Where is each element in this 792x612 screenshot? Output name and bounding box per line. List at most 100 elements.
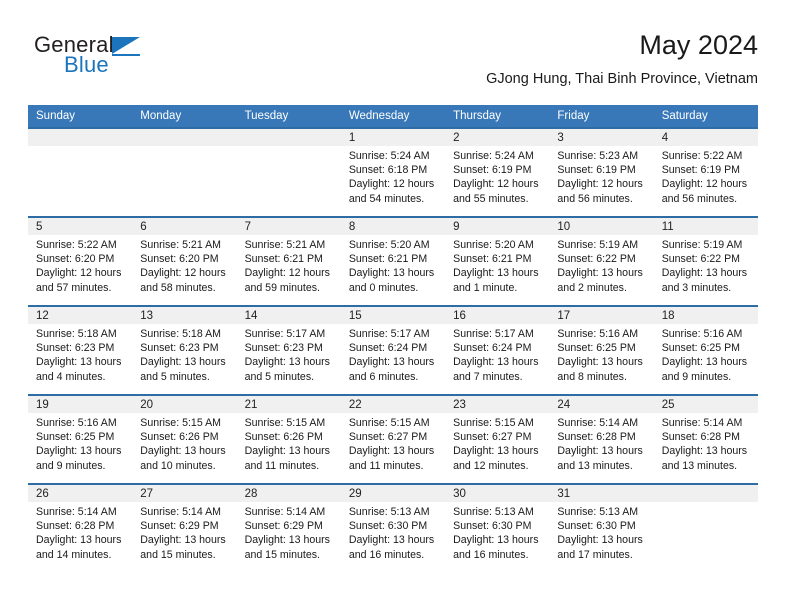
day-detail-line: Daylight: 13 hours bbox=[453, 445, 539, 458]
day-number: 3 bbox=[549, 129, 654, 146]
calendar-day-cell[interactable]: 25 Sunrise: 5:14 AM Sunset: 6:28 PM Dayligh… bbox=[653, 394, 758, 484]
calendar-day-cell[interactable]: 12 Sunrise: 5:18 AM Sunset: 6:23 PM Dayligh… bbox=[28, 305, 133, 395]
day-sun-details: Sunrise: 5:21 AM Sunset: 6:21 PM Daylight:… bbox=[237, 235, 341, 295]
calendar-day-cell[interactable]: 3 Sunrise: 5:23 AM Sunset: 6:19 PM Daylight… bbox=[549, 127, 654, 217]
day-sun-details: Sunrise: 5:21 AM Sunset: 6:20 PM Daylight:… bbox=[132, 235, 236, 295]
day-cell-inner: 21 Sunrise: 5:15 AM Sunset: 6:26 PM Dayligh… bbox=[236, 396, 341, 483]
day-sun-details: Sunrise: 5:24 AM Sunset: 6:19 PM Daylight:… bbox=[445, 146, 549, 206]
calendar-day-cell[interactable]: 8 Sunrise: 5:20 AM Sunset: 6:21 PM Daylight… bbox=[340, 216, 446, 306]
calendar-day-cell[interactable]: 4 Sunrise: 5:22 AM Sunset: 6:19 PM Daylight… bbox=[653, 127, 758, 217]
day-number: 17 bbox=[549, 307, 654, 324]
day-detail-line: Sunset: 6:20 PM bbox=[36, 253, 115, 266]
calendar-day-cell[interactable]: 22 Sunrise: 5:15 AM Sunset: 6:27 PM Dayligh… bbox=[340, 394, 446, 484]
day-detail-line: Daylight: 12 hours bbox=[661, 178, 748, 191]
day-detail-line: Sunrise: 5:16 AM bbox=[36, 417, 117, 429]
calendar-week-row: 12 Sunrise: 5:18 AM Sunset: 6:23 PM Dayligh… bbox=[28, 305, 758, 395]
calendar-day-cell[interactable]: 6 Sunrise: 5:21 AM Sunset: 6:20 PM Daylight… bbox=[132, 216, 237, 306]
day-number: 12 bbox=[28, 307, 133, 324]
day-detail-line: Daylight: 13 hours bbox=[36, 356, 122, 369]
day-detail-line: Sunrise: 5:14 AM bbox=[36, 506, 117, 518]
day-cell-inner: 29 Sunrise: 5:13 AM Sunset: 6:30 PM Dayligh… bbox=[340, 485, 446, 573]
day-number: 18 bbox=[653, 307, 758, 324]
calendar-day-cell[interactable]: 7 Sunrise: 5:21 AM Sunset: 6:21 PM Daylight… bbox=[236, 216, 341, 306]
day-detail-line: Sunrise: 5:21 AM bbox=[140, 239, 221, 251]
weekday-header-wednesday: Wednesday bbox=[340, 105, 446, 128]
day-sun-details: Sunrise: 5:13 AM Sunset: 6:30 PM Daylight:… bbox=[445, 502, 549, 562]
day-sun-details: Sunrise: 5:22 AM Sunset: 6:19 PM Daylight:… bbox=[654, 146, 758, 206]
day-detail-line: Sunset: 6:21 PM bbox=[453, 253, 532, 266]
calendar-day-cell[interactable]: 28 Sunrise: 5:14 AM Sunset: 6:29 PM Dayligh… bbox=[236, 483, 341, 573]
day-number: 19 bbox=[28, 396, 133, 413]
calendar-day-cell[interactable]: 14 Sunrise: 5:17 AM Sunset: 6:23 PM Dayligh… bbox=[236, 305, 341, 395]
calendar-day-cell[interactable]: 24 Sunrise: 5:14 AM Sunset: 6:28 PM Dayligh… bbox=[549, 394, 654, 484]
day-cell-inner: 18 Sunrise: 5:16 AM Sunset: 6:25 PM Dayligh… bbox=[653, 307, 758, 394]
day-detail-line: Sunset: 6:29 PM bbox=[140, 520, 219, 533]
calendar-day-cell[interactable]: 27 Sunrise: 5:14 AM Sunset: 6:29 PM Dayligh… bbox=[132, 483, 237, 573]
calendar-day-cell[interactable]: 5 Sunrise: 5:22 AM Sunset: 6:20 PM Daylight… bbox=[28, 216, 133, 306]
day-detail-line: Sunrise: 5:17 AM bbox=[453, 328, 534, 340]
day-detail-line: Sunset: 6:23 PM bbox=[36, 342, 115, 355]
day-detail-line: Daylight: 13 hours bbox=[348, 534, 435, 547]
day-cell-inner: 11 Sunrise: 5:19 AM Sunset: 6:22 PM Dayligh… bbox=[653, 218, 758, 305]
day-detail-line: Sunrise: 5:14 AM bbox=[557, 417, 639, 429]
calendar-week-row: 5 Sunrise: 5:22 AM Sunset: 6:20 PM Daylight… bbox=[28, 216, 758, 306]
day-detail-line: Sunrise: 5:14 AM bbox=[661, 417, 743, 429]
day-detail-line: Sunrise: 5:23 AM bbox=[557, 150, 639, 162]
calendar-day-cell[interactable]: 11 Sunrise: 5:19 AM Sunset: 6:22 PM Dayligh… bbox=[653, 216, 758, 306]
day-number: 27 bbox=[132, 485, 237, 502]
calendar-day-cell[interactable]: 15 Sunrise: 5:17 AM Sunset: 6:24 PM Dayligh… bbox=[340, 305, 446, 395]
day-detail-line: Sunrise: 5:15 AM bbox=[244, 417, 326, 429]
day-detail-line: Sunset: 6:18 PM bbox=[348, 164, 428, 177]
day-sun-details: Sunrise: 5:23 AM Sunset: 6:19 PM Daylight:… bbox=[549, 146, 653, 206]
calendar-day-cell[interactable]: 23 Sunrise: 5:15 AM Sunset: 6:27 PM Dayligh… bbox=[445, 394, 550, 484]
logo-text-blue: Blue bbox=[64, 52, 109, 77]
day-detail-line: Sunset: 6:28 PM bbox=[661, 431, 741, 444]
day-sun-details: Sunrise: 5:17 AM Sunset: 6:24 PM Daylight:… bbox=[445, 324, 549, 384]
calendar-day-cell[interactable]: 30 Sunrise: 5:13 AM Sunset: 6:30 PM Dayligh… bbox=[445, 483, 550, 573]
weekday-header-monday: Monday bbox=[132, 105, 237, 128]
calendar-day-cell[interactable]: 21 Sunrise: 5:15 AM Sunset: 6:26 PM Dayligh… bbox=[236, 394, 341, 484]
calendar-day-cell[interactable]: 16 Sunrise: 5:17 AM Sunset: 6:24 PM Dayligh… bbox=[445, 305, 550, 395]
calendar-day-cell-empty bbox=[132, 127, 237, 217]
day-cell-inner: 20 Sunrise: 5:15 AM Sunset: 6:26 PM Dayligh… bbox=[132, 396, 237, 483]
day-detail-line: Sunset: 6:27 PM bbox=[348, 431, 428, 444]
day-detail-line: Sunrise: 5:22 AM bbox=[661, 150, 743, 162]
calendar-day-cell[interactable]: 13 Sunrise: 5:18 AM Sunset: 6:23 PM Dayligh… bbox=[132, 305, 237, 395]
day-sun-details: Sunrise: 5:14 AM Sunset: 6:29 PM Daylight:… bbox=[237, 502, 341, 562]
day-detail-line: and 9 minutes. bbox=[36, 459, 106, 472]
calendar-day-cell-empty bbox=[236, 127, 341, 217]
day-sun-details: Sunrise: 5:15 AM Sunset: 6:27 PM Daylight:… bbox=[341, 413, 445, 473]
calendar-day-cell[interactable]: 10 Sunrise: 5:19 AM Sunset: 6:22 PM Dayligh… bbox=[549, 216, 654, 306]
day-detail-line: Sunset: 6:19 PM bbox=[453, 164, 532, 177]
day-detail-line: and 8 minutes. bbox=[557, 370, 627, 383]
day-number: 29 bbox=[340, 485, 446, 502]
day-sun-details bbox=[654, 502, 758, 505]
day-detail-line: Sunset: 6:28 PM bbox=[36, 520, 115, 533]
day-detail-line: Sunset: 6:23 PM bbox=[140, 342, 219, 355]
day-detail-line: and 59 minutes. bbox=[244, 281, 320, 294]
calendar-day-cell[interactable]: 20 Sunrise: 5:15 AM Sunset: 6:26 PM Dayligh… bbox=[132, 394, 237, 484]
day-cell-inner: 23 Sunrise: 5:15 AM Sunset: 6:27 PM Dayligh… bbox=[445, 396, 550, 483]
day-detail-line: Daylight: 13 hours bbox=[348, 267, 435, 280]
triangle-flag-icon bbox=[112, 37, 140, 54]
day-detail-line: and 1 minute. bbox=[453, 281, 518, 294]
day-detail-line: Daylight: 13 hours bbox=[140, 534, 226, 547]
day-sun-details: Sunrise: 5:22 AM Sunset: 6:20 PM Daylight:… bbox=[28, 235, 132, 295]
day-detail-line: Sunrise: 5:14 AM bbox=[244, 506, 326, 518]
day-detail-line: Daylight: 13 hours bbox=[453, 356, 539, 369]
calendar-day-cell[interactable]: 1 Sunrise: 5:24 AM Sunset: 6:18 PM Daylight… bbox=[340, 127, 446, 217]
calendar-day-cell[interactable]: 9 Sunrise: 5:20 AM Sunset: 6:21 PM Daylight… bbox=[445, 216, 550, 306]
day-detail-line: Sunset: 6:26 PM bbox=[244, 431, 323, 444]
day-cell-inner: 19 Sunrise: 5:16 AM Sunset: 6:25 PM Dayligh… bbox=[28, 396, 133, 483]
day-number: 13 bbox=[132, 307, 237, 324]
calendar-day-cell[interactable]: 19 Sunrise: 5:16 AM Sunset: 6:25 PM Dayligh… bbox=[28, 394, 133, 484]
calendar-day-cell[interactable]: 31 Sunrise: 5:13 AM Sunset: 6:30 PM Dayligh… bbox=[549, 483, 654, 573]
day-number bbox=[653, 485, 758, 502]
calendar-day-cell[interactable]: 17 Sunrise: 5:16 AM Sunset: 6:25 PM Dayligh… bbox=[549, 305, 654, 395]
weekday-header-saturday: Saturday bbox=[653, 105, 758, 128]
general-blue-logo[interactable]: General Blue bbox=[34, 32, 234, 88]
calendar-day-cell[interactable]: 18 Sunrise: 5:16 AM Sunset: 6:25 PM Dayligh… bbox=[653, 305, 758, 395]
calendar-day-cell[interactable]: 26 Sunrise: 5:14 AM Sunset: 6:28 PM Dayligh… bbox=[28, 483, 133, 573]
calendar-day-cell[interactable]: 2 Sunrise: 5:24 AM Sunset: 6:19 PM Daylight… bbox=[445, 127, 550, 217]
calendar-day-cell[interactable]: 29 Sunrise: 5:13 AM Sunset: 6:30 PM Dayligh… bbox=[340, 483, 446, 573]
